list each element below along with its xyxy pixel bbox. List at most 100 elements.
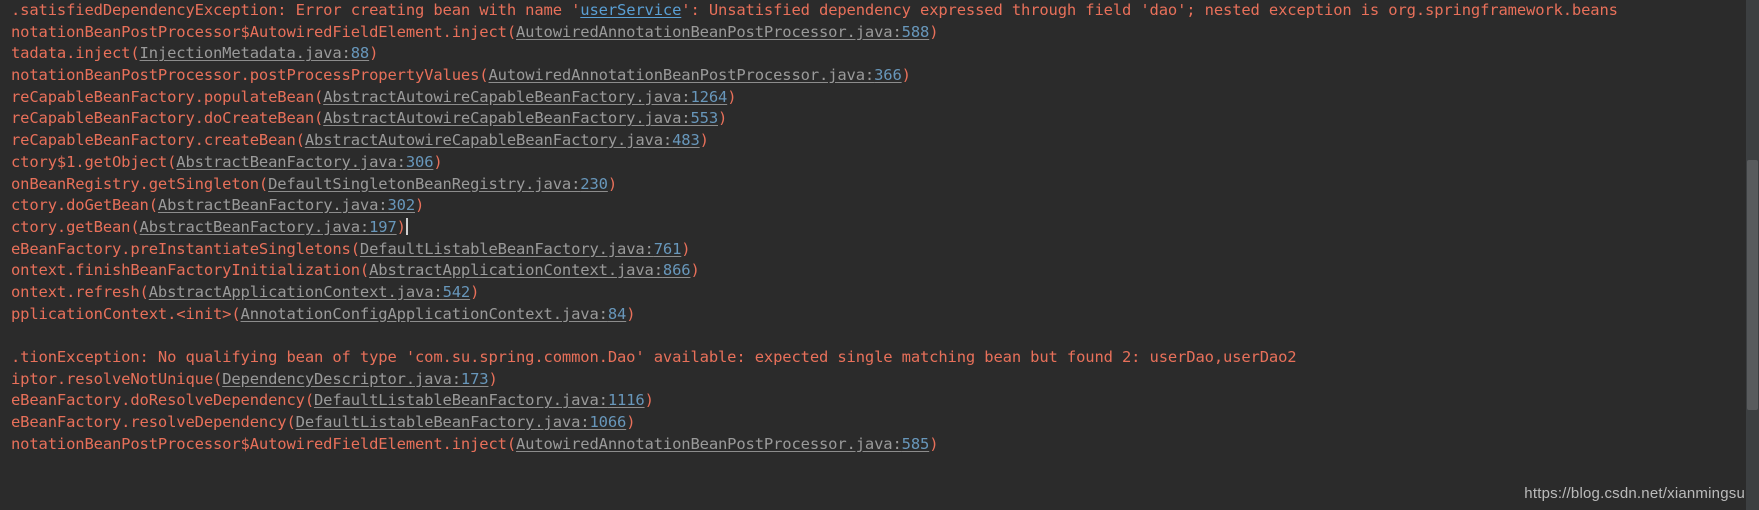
stack-frame-line[interactable]: onBeanRegistry.getSingleton(DefaultSingl…: [0, 174, 1759, 196]
exception-text: tadata.inject(: [11, 44, 140, 63]
exception-text: reCapableBeanFactory.createBean(: [11, 131, 305, 150]
source-file-link[interactable]: DefaultListableBeanFactory.java:: [360, 240, 654, 258]
source-file-link[interactable]: InjectionMetadata.java:: [140, 44, 351, 62]
closing-paren: ): [607, 174, 618, 193]
console-output-panel[interactable]: .satisfiedDependencyException: Error cre…: [0, 0, 1759, 510]
text-cursor: [405, 217, 408, 235]
source-line-number[interactable]: 1066: [589, 413, 626, 431]
closing-paren: ): [727, 87, 737, 106]
closing-paren: ): [470, 282, 480, 301]
source-file-link[interactable]: AbstractAutowireCapableBeanFactory.java:: [323, 109, 690, 127]
source-line-number[interactable]: 866: [663, 261, 691, 279]
source-file-link[interactable]: AutowiredAnnotationBeanPostProcessor.jav…: [516, 23, 902, 41]
vertical-scrollbar-thumb[interactable]: [1747, 160, 1758, 410]
exception-text: notationBeanPostProcessor$AutowiredField…: [11, 22, 516, 41]
closing-paren: ): [718, 109, 728, 128]
source-file-link[interactable]: AbstractBeanFactory.java:: [176, 153, 406, 171]
exception-text: ctory.getBean(: [11, 217, 140, 236]
closing-paren: ): [626, 413, 636, 432]
exception-text: ': Unsatisfied dependency expressed thro…: [681, 1, 1618, 19]
closing-paren: ): [644, 391, 654, 410]
stack-frame-line[interactable]: ontext.refresh(AbstractApplicationContex…: [0, 282, 1759, 304]
source-file-link[interactable]: AutowiredAnnotationBeanPostProcessor.jav…: [516, 435, 902, 453]
exception-text: eBeanFactory.resolveDependency(: [11, 413, 296, 432]
source-line-number[interactable]: 542: [443, 283, 471, 301]
source-file-link[interactable]: AbstractAutowireCapableBeanFactory.java:: [305, 131, 672, 149]
exception-text: reCapableBeanFactory.doCreateBean(: [11, 109, 324, 128]
exception-text: ctory.doGetBean(: [11, 196, 158, 215]
closing-paren: ): [929, 434, 939, 453]
exception-text: eBeanFactory.preInstantiateSingletons(: [11, 239, 360, 258]
stack-frame-line[interactable]: ctory$1.getObject(AbstractBeanFactory.ja…: [0, 152, 1759, 174]
stack-frame-line[interactable]: eBeanFactory.preInstantiateSingletons(De…: [0, 239, 1759, 261]
stack-frame-line[interactable]: eBeanFactory.resolveDependency(DefaultLi…: [0, 412, 1759, 434]
source-file-link[interactable]: AnnotationConfigApplicationContext.java:: [241, 305, 608, 323]
closing-paren: ): [433, 152, 443, 171]
closing-paren: ): [626, 304, 636, 323]
stack-frame-line[interactable]: ctory.getBean(AbstractBeanFactory.java:1…: [0, 217, 1759, 239]
source-line-number[interactable]: 230: [580, 175, 608, 193]
stack-frame-line[interactable]: tadata.inject(InjectionMetadata.java:88): [0, 43, 1759, 65]
exception-text: notationBeanPostProcessor$AutowiredField…: [11, 434, 516, 453]
stack-frame-line[interactable]: reCapableBeanFactory.doCreateBean(Abstra…: [0, 108, 1759, 130]
stack-frame-line[interactable]: ontext.finishBeanFactoryInitialization(A…: [0, 260, 1759, 282]
source-file-link[interactable]: AbstractApplicationContext.java:: [369, 261, 663, 279]
exception-text: eBeanFactory.doResolveDependency(: [11, 391, 314, 410]
source-line-number[interactable]: 761: [654, 240, 682, 258]
source-line-number[interactable]: 197: [369, 218, 397, 236]
stack-frame-line[interactable]: pplicationContext.<init>(AnnotationConfi…: [0, 304, 1759, 326]
source-line-number[interactable]: 553: [690, 109, 718, 127]
source-file-link[interactable]: AbstractBeanFactory.java:: [140, 218, 370, 236]
stack-frame-line[interactable]: notationBeanPostProcessor$AutowiredField…: [0, 434, 1759, 456]
closing-paren: ): [690, 261, 700, 280]
exception-text: onBeanRegistry.getSingleton(: [11, 174, 269, 193]
source-file-link[interactable]: AbstractApplicationContext.java:: [149, 283, 443, 301]
source-file-link[interactable]: DefaultListableBeanFactory.java:: [314, 391, 608, 409]
source-file-link[interactable]: AbstractAutowireCapableBeanFactory.java:: [323, 88, 690, 106]
source-line-number[interactable]: 173: [461, 370, 489, 388]
exception-text: .tionException: No qualifying bean of ty…: [11, 348, 1297, 366]
exception-message-line[interactable]: .satisfiedDependencyException: Error cre…: [0, 0, 1759, 22]
stack-frame-line[interactable]: notationBeanPostProcessor$AutowiredField…: [0, 22, 1759, 44]
source-file-link[interactable]: DependencyDescriptor.java:: [222, 370, 461, 388]
exception-text: ontext.refresh(: [11, 282, 149, 301]
exception-text: ontext.finishBeanFactoryInitialization(: [11, 261, 370, 280]
source-file-link[interactable]: DefaultListableBeanFactory.java:: [296, 413, 590, 431]
closing-paren: ): [929, 22, 939, 41]
closing-paren: ): [369, 44, 379, 63]
exception-text: .satisfiedDependencyException: Error cre…: [11, 1, 581, 19]
closing-paren: ): [681, 239, 691, 258]
source-line-number[interactable]: 88: [351, 44, 370, 62]
blank-line: [0, 325, 1759, 347]
source-line-number[interactable]: 1264: [690, 88, 727, 106]
closing-paren: ): [488, 369, 498, 388]
source-line-number[interactable]: 302: [387, 196, 415, 214]
source-file-link[interactable]: AutowiredAnnotationBeanPostProcessor.jav…: [488, 66, 874, 84]
source-line-number[interactable]: 483: [672, 131, 700, 149]
stack-frame-line[interactable]: notationBeanPostProcessor.postProcessPro…: [0, 65, 1759, 87]
source-line-number[interactable]: 1116: [608, 391, 645, 409]
source-file-link[interactable]: DefaultSingletonBeanRegistry.java:: [268, 175, 580, 193]
source-line-number[interactable]: 306: [406, 153, 434, 171]
stack-frame-line[interactable]: eBeanFactory.doResolveDependency(Default…: [0, 390, 1759, 412]
exception-text: [11, 326, 20, 344]
stack-frame-line[interactable]: reCapableBeanFactory.populateBean(Abstra…: [0, 87, 1759, 109]
exception-text: ctory$1.getObject(: [11, 152, 177, 171]
closing-paren: ): [396, 217, 406, 236]
source-file-link[interactable]: AbstractBeanFactory.java:: [158, 196, 388, 214]
source-line-number[interactable]: 585: [902, 435, 930, 453]
exception-text: pplicationContext.<init>(: [11, 304, 241, 323]
vertical-scrollbar-track[interactable]: [1746, 0, 1759, 510]
source-line-number[interactable]: 588: [902, 23, 930, 41]
source-line-number[interactable]: 366: [874, 66, 902, 84]
closing-paren: ): [699, 131, 709, 150]
closing-paren: ): [901, 66, 911, 85]
stack-frame-line[interactable]: iptor.resolveNotUnique(DependencyDescrip…: [0, 369, 1759, 391]
source-line-number[interactable]: 84: [608, 305, 627, 323]
bean-name-hyperlink[interactable]: userService: [580, 1, 681, 19]
watermark-text: https://blog.csdn.net/xianmingsu: [1524, 485, 1745, 502]
stack-frame-line[interactable]: ctory.doGetBean(AbstractBeanFactory.java…: [0, 195, 1759, 217]
stack-frame-line[interactable]: reCapableBeanFactory.createBean(Abstract…: [0, 130, 1759, 152]
exception-message-line[interactable]: .tionException: No qualifying bean of ty…: [0, 347, 1759, 369]
exception-text: reCapableBeanFactory.populateBean(: [11, 87, 324, 106]
